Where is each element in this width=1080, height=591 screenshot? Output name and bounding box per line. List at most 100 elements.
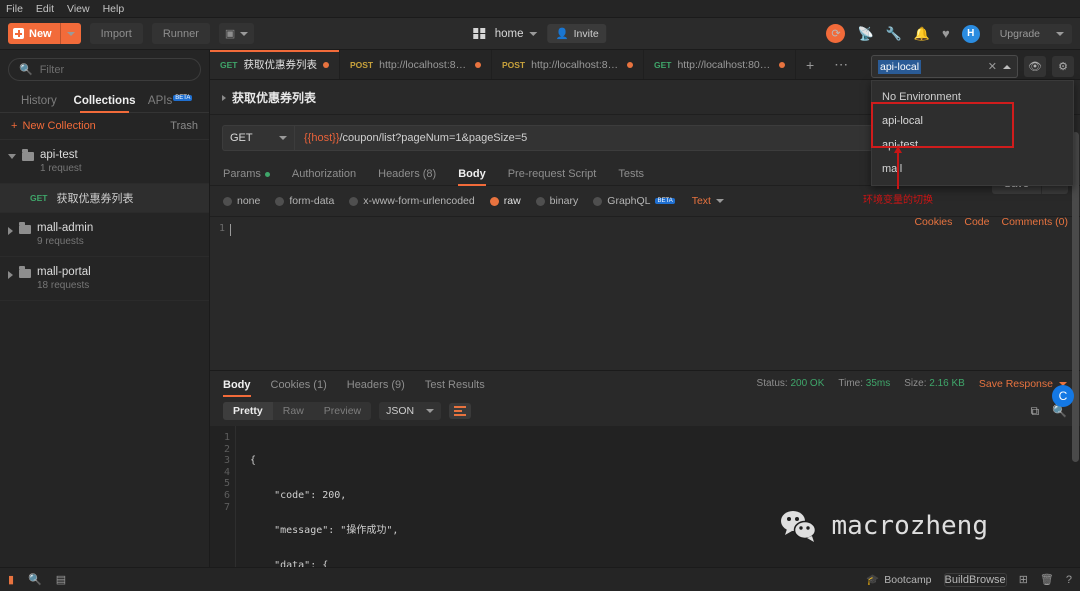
environment-option-no-environment[interactable]: No Environment bbox=[872, 85, 1073, 109]
heart-icon[interactable]: ♥ bbox=[942, 27, 950, 40]
tab-collections[interactable]: Collections bbox=[72, 95, 138, 113]
console-icon[interactable]: ▤ bbox=[56, 573, 66, 586]
build-button[interactable]: Build bbox=[945, 574, 969, 586]
body-type-raw[interactable]: raw bbox=[489, 195, 521, 207]
tab-body[interactable]: Body bbox=[458, 168, 486, 186]
upgrade-button[interactable]: Upgrade bbox=[991, 23, 1072, 44]
new-window-button[interactable]: ▣ bbox=[218, 23, 255, 44]
chevron-right-icon[interactable] bbox=[222, 94, 226, 101]
save-response-button[interactable]: Save Response bbox=[979, 378, 1067, 390]
response-tab-cookies[interactable]: Cookies (1) bbox=[271, 379, 327, 396]
response-body-viewer[interactable]: 1 2 3 4 5 6 7 { "code": 200, "message": … bbox=[210, 426, 1080, 579]
time-label: Time: bbox=[838, 378, 864, 389]
workspace-selector[interactable]: home bbox=[495, 28, 538, 40]
import-button[interactable]: Import bbox=[89, 23, 143, 44]
environment-option-api-local[interactable]: api-local bbox=[872, 109, 1073, 133]
code-link[interactable]: Code bbox=[964, 216, 989, 228]
close-icon[interactable]: ✕ bbox=[988, 60, 997, 73]
body-type-binary[interactable]: binary bbox=[535, 195, 578, 207]
invite-button[interactable]: 👤 Invite bbox=[547, 24, 607, 43]
new-button-caret[interactable] bbox=[59, 23, 81, 44]
satellite-icon[interactable]: 📡 bbox=[857, 27, 873, 40]
collection-count: 18 requests bbox=[37, 280, 90, 291]
save-response-label: Save Response bbox=[978, 377, 1053, 390]
folder-icon bbox=[19, 222, 31, 234]
response-format-selector[interactable]: JSON bbox=[379, 402, 442, 420]
response-tab-test-results[interactable]: Test Results bbox=[425, 379, 485, 396]
body-type-form-data[interactable]: form-data bbox=[275, 195, 334, 207]
sync-icon[interactable]: ⟳ bbox=[826, 24, 846, 43]
environment-input[interactable]: api-local ✕ bbox=[871, 55, 1018, 78]
help-icon[interactable]: ? bbox=[1066, 574, 1072, 586]
view-mode-preview[interactable]: Preview bbox=[314, 402, 371, 420]
apps-grid-icon[interactable] bbox=[473, 27, 485, 40]
response-tab-body[interactable]: Body bbox=[223, 379, 251, 397]
gear-icon[interactable]: ⚙ bbox=[1052, 56, 1074, 77]
body-type-graphql[interactable]: GraphQL BETA bbox=[593, 195, 675, 207]
collection-api-test[interactable]: api-test 1 request bbox=[0, 140, 209, 184]
bootcamp-button[interactable]: 🎓 Bootcamp bbox=[866, 573, 931, 587]
tab-tests[interactable]: Tests bbox=[618, 168, 644, 185]
eye-icon[interactable]: 👁 bbox=[1024, 56, 1046, 77]
body-type-label: none bbox=[237, 195, 261, 207]
body-type-none[interactable]: none bbox=[223, 195, 260, 207]
collection-mall-admin[interactable]: mall-admin 9 requests bbox=[0, 213, 209, 257]
comments-link[interactable]: Comments (0) bbox=[1001, 216, 1068, 228]
new-collection-label: New Collection bbox=[22, 120, 96, 132]
chevron-down-icon[interactable] bbox=[8, 154, 16, 159]
copy-icon[interactable]: ⧉ bbox=[1030, 404, 1039, 419]
new-collection-button[interactable]: + New Collection bbox=[11, 120, 96, 132]
request-tab-1[interactable]: POST http://localhost:8080/coupo... bbox=[340, 50, 492, 79]
word-wrap-icon[interactable] bbox=[449, 403, 472, 419]
raw-format-label: Text bbox=[691, 195, 711, 207]
bell-icon[interactable]: 🔔 bbox=[914, 27, 930, 40]
chevron-up-icon[interactable] bbox=[1003, 64, 1011, 69]
avatar[interactable]: H bbox=[961, 24, 980, 43]
runner-button[interactable]: Runner bbox=[151, 23, 210, 44]
menu-edit[interactable]: Edit bbox=[36, 3, 54, 15]
request-tab-0[interactable]: GET 获取优惠券列表 bbox=[210, 50, 340, 79]
chevron-right-icon[interactable] bbox=[8, 227, 13, 235]
tab-history[interactable]: History bbox=[6, 95, 72, 112]
sidebar-request-item[interactable]: GET 获取优惠券列表 bbox=[0, 184, 209, 213]
menu-view[interactable]: View bbox=[67, 3, 90, 15]
menu-help[interactable]: Help bbox=[103, 3, 125, 15]
environment-option-mall[interactable]: mall bbox=[872, 157, 1073, 181]
help-icon[interactable]: C bbox=[1052, 385, 1074, 407]
trash-icon[interactable]: 🗑 bbox=[1040, 573, 1054, 586]
request-body-editor[interactable]: 1 bbox=[210, 217, 1080, 370]
body-type-urlencoded[interactable]: x-www-form-urlencoded bbox=[349, 195, 475, 207]
tab-options-icon[interactable]: ⋯ bbox=[824, 50, 858, 79]
browse-button[interactable]: Browse bbox=[969, 574, 1006, 586]
menu-file[interactable]: File bbox=[6, 3, 23, 15]
request-tab-2[interactable]: POST http://localhost:8080/admin... bbox=[492, 50, 644, 79]
collection-mall-portal[interactable]: mall-portal 18 requests bbox=[0, 257, 209, 301]
view-mode-raw[interactable]: Raw bbox=[273, 402, 314, 420]
chevron-right-icon[interactable] bbox=[8, 271, 13, 279]
tab-headers[interactable]: Headers (8) bbox=[378, 168, 436, 185]
wrench-icon[interactable]: 🔧 bbox=[886, 27, 902, 40]
request-tab-3[interactable]: GET http://localhost:8080/brand/list bbox=[644, 50, 796, 79]
collection-count: 9 requests bbox=[37, 236, 84, 247]
json-line: "message": "操作成功", bbox=[250, 524, 399, 536]
new-tab-button[interactable]: + bbox=[796, 50, 824, 79]
folder-icon bbox=[19, 266, 31, 278]
environment-option-api-test[interactable]: api-test bbox=[872, 133, 1073, 157]
cookies-link[interactable]: Cookies bbox=[914, 216, 952, 228]
tab-apis[interactable]: APIs BETA bbox=[137, 95, 203, 112]
new-button[interactable]: New bbox=[8, 23, 81, 44]
trash-button[interactable]: Trash bbox=[170, 120, 198, 132]
sidebar-toggle-icon[interactable]: ▮ bbox=[8, 573, 14, 586]
method-selector[interactable]: GET bbox=[222, 125, 294, 151]
response-tab-headers[interactable]: Headers (9) bbox=[347, 379, 405, 396]
tab-params[interactable]: Params bbox=[223, 168, 270, 185]
view-mode-pretty[interactable]: Pretty bbox=[223, 402, 273, 420]
tab-authorization[interactable]: Authorization bbox=[292, 168, 356, 185]
raw-format-selector[interactable]: Text bbox=[692, 195, 724, 207]
tab-pre-request-script[interactable]: Pre-request Script bbox=[508, 168, 597, 185]
format-label: JSON bbox=[386, 405, 415, 417]
filter-input[interactable]: 🔍 Filter bbox=[8, 58, 201, 81]
window-icon: ▣ bbox=[224, 28, 236, 40]
search-icon[interactable]: 🔍 bbox=[28, 573, 42, 586]
grid-icon[interactable]: ⊞ bbox=[1019, 573, 1028, 586]
